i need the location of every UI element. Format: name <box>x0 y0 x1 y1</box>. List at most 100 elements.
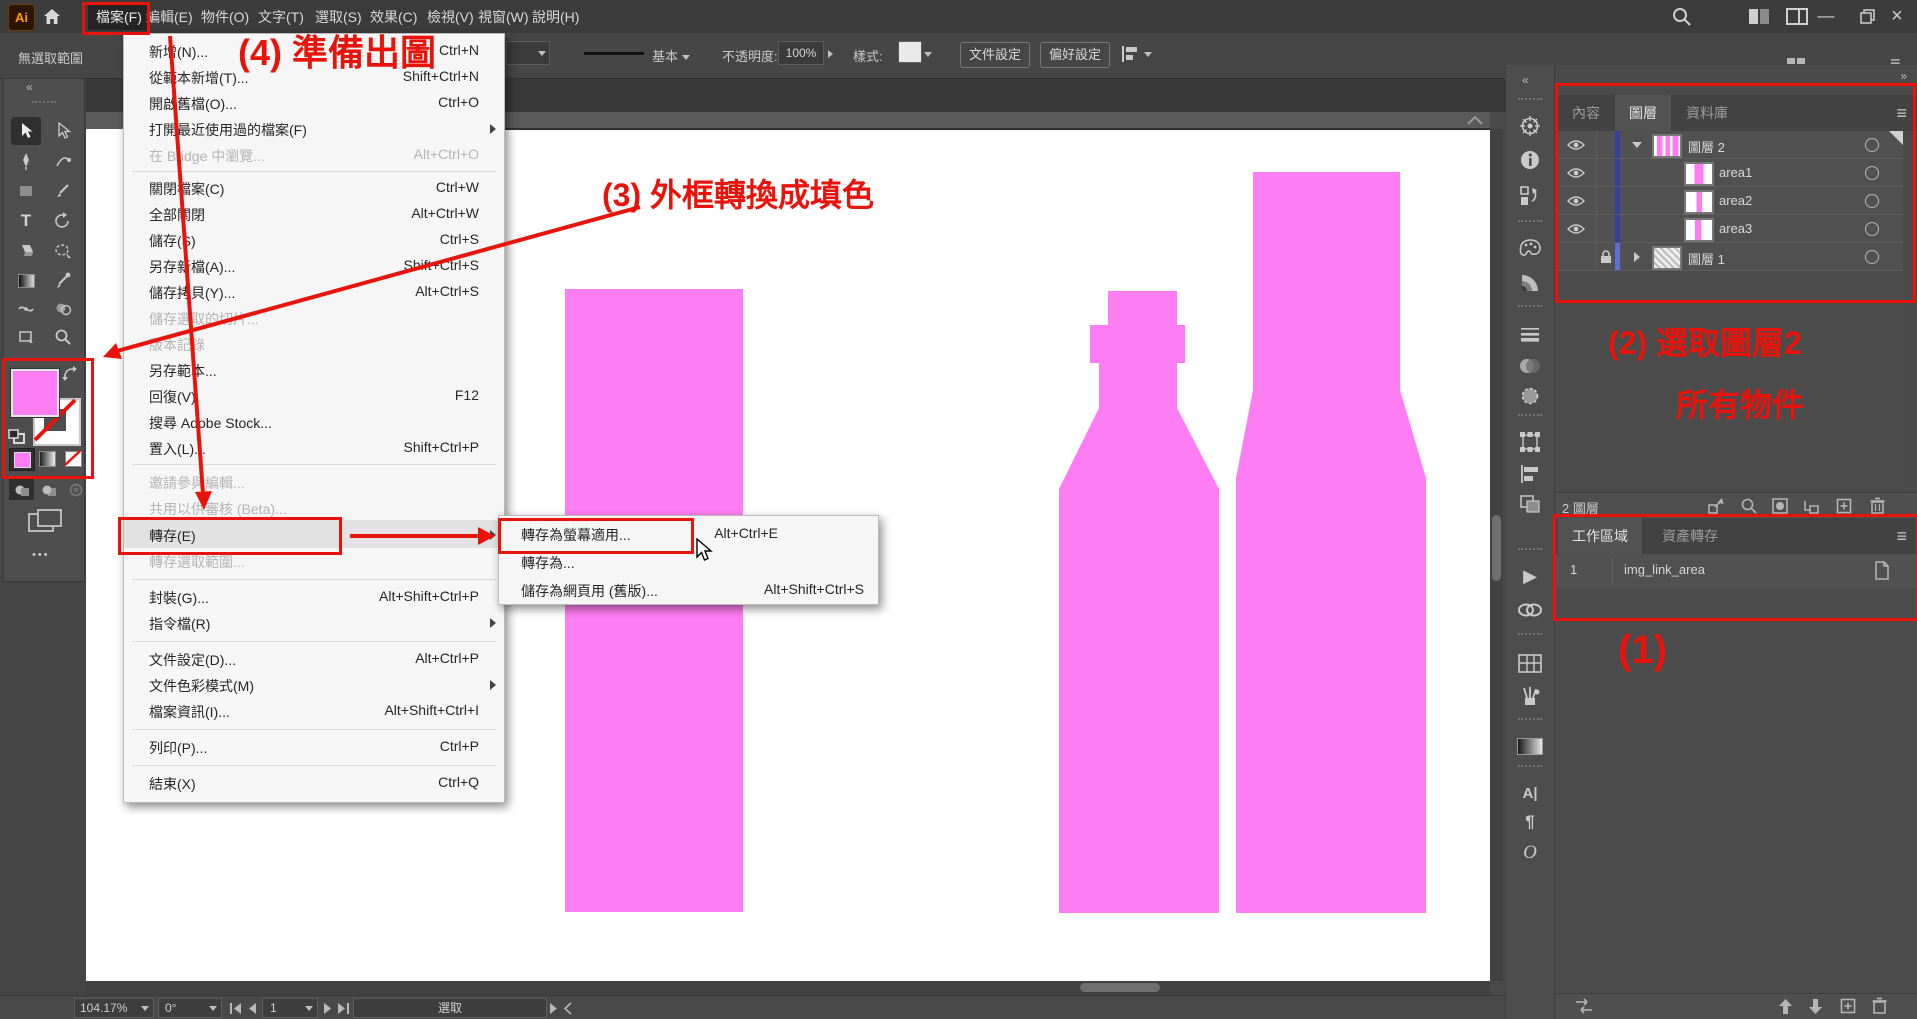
menu-view[interactable]: 檢視(V) <box>427 7 474 27</box>
transform-panel-icon[interactable] <box>1514 429 1546 455</box>
zoom-level-dropdown[interactable]: 104.17% <box>74 998 154 1018</box>
opentype-panel-icon[interactable]: O <box>1514 840 1546 866</box>
character-panel-icon[interactable]: A| <box>1514 780 1546 806</box>
menu-item-close[interactable]: 關閉檔案(C)Ctrl+W <box>124 175 504 201</box>
properties-panel-icon[interactable] <box>1514 113 1546 139</box>
visibility-column[interactable] <box>1556 243 1597 270</box>
lock-column[interactable] <box>1596 131 1616 158</box>
rotation-dropdown[interactable]: 0° <box>158 998 222 1018</box>
status-expand-icon[interactable] <box>549 1003 558 1014</box>
info-panel-icon[interactable] <box>1514 147 1546 173</box>
arrange-documents-icon[interactable] <box>1748 8 1770 25</box>
submenu-item-save-for-web-legacy[interactable]: 儲存為網頁用 (舊版)...Alt+Shift+Ctrl+S <box>499 576 878 604</box>
pathfinder-panel-icon[interactable] <box>1514 491 1546 517</box>
menu-item-document-setup[interactable]: 文件設定(D)...Alt+Ctrl+P <box>124 646 504 672</box>
object-name[interactable]: area1 <box>1719 165 1752 180</box>
draw-normal-mode[interactable] <box>9 479 34 500</box>
visibility-eye-icon[interactable] <box>1556 215 1597 242</box>
toolbar-collapse-icon[interactable]: « <box>26 80 33 94</box>
expand-chevron-icon[interactable] <box>1632 142 1642 148</box>
artboard-nav-dropdown[interactable]: 1 <box>262 998 318 1018</box>
move-down-icon[interactable] <box>1808 998 1823 1015</box>
gradient-panel-icon[interactable] <box>1514 733 1546 759</box>
color-mode-gradient[interactable] <box>35 448 59 469</box>
artboards-panel-menu-icon[interactable]: ≡ <box>1896 526 1907 547</box>
toolbar-drag-handle[interactable] <box>32 101 56 103</box>
eraser-tool[interactable] <box>11 237 41 265</box>
preferences-button[interactable]: 偏好設定 <box>1040 42 1110 68</box>
rotate-tool[interactable] <box>48 207 78 235</box>
layer-row[interactable]: 圖層 2 <box>1556 131 1903 159</box>
menu-item-package[interactable]: 封裝(G)...Alt+Shift+Ctrl+P <box>124 584 504 610</box>
fill-swatch-magenta[interactable] <box>11 369 59 417</box>
new-sublayer-icon[interactable] <box>1803 498 1819 514</box>
layer-name[interactable]: 圖層 2 <box>1688 137 1725 156</box>
type-tool[interactable]: T <box>11 207 41 235</box>
visibility-eye-icon[interactable] <box>1556 159 1597 186</box>
fill-color-dropdown[interactable] <box>506 41 550 65</box>
menu-select[interactable]: 選取(S) <box>315 7 362 27</box>
artboard-row[interactable]: 1 img_link_area <box>1556 554 1917 589</box>
layer-row[interactable]: area1 <box>1556 159 1903 187</box>
color-panel-icon[interactable] <box>1514 235 1546 261</box>
menu-object[interactable]: 物件(O) <box>201 7 249 27</box>
links-panel-icon[interactable] <box>1514 597 1546 623</box>
pen-tool[interactable] <box>11 147 41 175</box>
prev-artboard-icon[interactable] <box>248 1003 257 1014</box>
next-artboard-icon[interactable] <box>323 1003 332 1014</box>
opacity-expand-icon[interactable] <box>828 50 833 58</box>
submenu-item-export-as[interactable]: 轉存為... <box>499 548 878 576</box>
object-thumbnail[interactable] <box>1684 162 1714 186</box>
first-artboard-icon[interactable] <box>229 1003 242 1014</box>
close-button[interactable]: × <box>1877 0 1917 32</box>
menu-item-open[interactable]: 開啟舊檔(O)...Ctrl+O <box>124 90 504 116</box>
menu-item-save-as-template[interactable]: 另存範本... <box>124 357 504 383</box>
object-thumbnail[interactable] <box>1684 218 1714 242</box>
vertical-scrollbar-thumb[interactable] <box>1492 515 1501 581</box>
menu-edit[interactable]: 編輯(E) <box>146 7 193 27</box>
target-circle-icon[interactable] <box>1865 138 1879 152</box>
color-mode-fill[interactable] <box>9 448 35 471</box>
menu-file[interactable]: 檔案(F) <box>88 4 150 30</box>
vertical-scrollbar[interactable] <box>1490 129 1503 981</box>
align-icon[interactable] <box>1120 44 1140 64</box>
collapsed-chevron-icon[interactable] <box>1634 252 1640 262</box>
visibility-eye-icon[interactable] <box>1556 187 1597 214</box>
menu-item-print[interactable]: 列印(P)...Ctrl+P <box>124 734 504 760</box>
target-circle-icon[interactable] <box>1865 222 1879 236</box>
screen-mode-icon[interactable] <box>28 509 62 533</box>
lock-icon[interactable] <box>1596 243 1616 270</box>
restore-button[interactable] <box>1860 9 1875 24</box>
menu-item-revert[interactable]: 回復(V)F12 <box>124 383 504 409</box>
layer-thumbnail[interactable] <box>1652 134 1682 158</box>
dock-collapse-icon[interactable]: « <box>1522 73 1529 87</box>
swatches-panel-icon[interactable] <box>1514 650 1546 676</box>
tab-artboards[interactable]: 工作區域 <box>1558 518 1642 554</box>
eyedropper-tool[interactable] <box>48 267 78 295</box>
swap-fill-stroke-icon[interactable] <box>61 365 81 383</box>
menu-item-place[interactable]: 置入(L)...Shift+Ctrl+P <box>124 435 504 461</box>
menu-item-new[interactable]: 新增(N)...Ctrl+N <box>124 38 504 64</box>
menu-item-scripts[interactable]: 指令檔(R) <box>124 610 504 636</box>
move-up-icon[interactable] <box>1778 998 1793 1015</box>
direct-selection-tool[interactable] <box>48 117 78 145</box>
minimize-button[interactable]: — <box>1806 0 1846 32</box>
menu-effect[interactable]: 效果(C) <box>370 7 417 27</box>
align-panel-icon[interactable] <box>1514 461 1546 487</box>
opacity-value-field[interactable]: 100% <box>778 41 824 65</box>
tab-asset-export[interactable]: 資產轉存 <box>1648 518 1732 554</box>
panel-collapse-icon[interactable]: » <box>1900 69 1907 83</box>
menu-item-file-info[interactable]: 檔案資訊(I)...Alt+Shift+Ctrl+I <box>124 698 504 724</box>
target-circle-icon[interactable] <box>1865 166 1879 180</box>
search-icon[interactable] <box>1672 7 1692 27</box>
object-thumbnail[interactable] <box>1684 190 1714 214</box>
layer-row[interactable]: area2 <box>1556 187 1903 215</box>
lasso-tool[interactable] <box>48 237 78 265</box>
paintbrush-tool[interactable] <box>48 177 78 205</box>
menu-item-export[interactable]: 轉存(E) <box>124 520 504 548</box>
dock-drag-handle[interactable] <box>1518 98 1542 100</box>
edit-toolbar-ellipsis-icon[interactable]: ••• <box>32 549 50 561</box>
stroke-panel-icon[interactable] <box>1514 321 1546 347</box>
object-name[interactable]: area3 <box>1719 221 1752 236</box>
delete-artboard-trash-icon[interactable] <box>1872 997 1887 1014</box>
